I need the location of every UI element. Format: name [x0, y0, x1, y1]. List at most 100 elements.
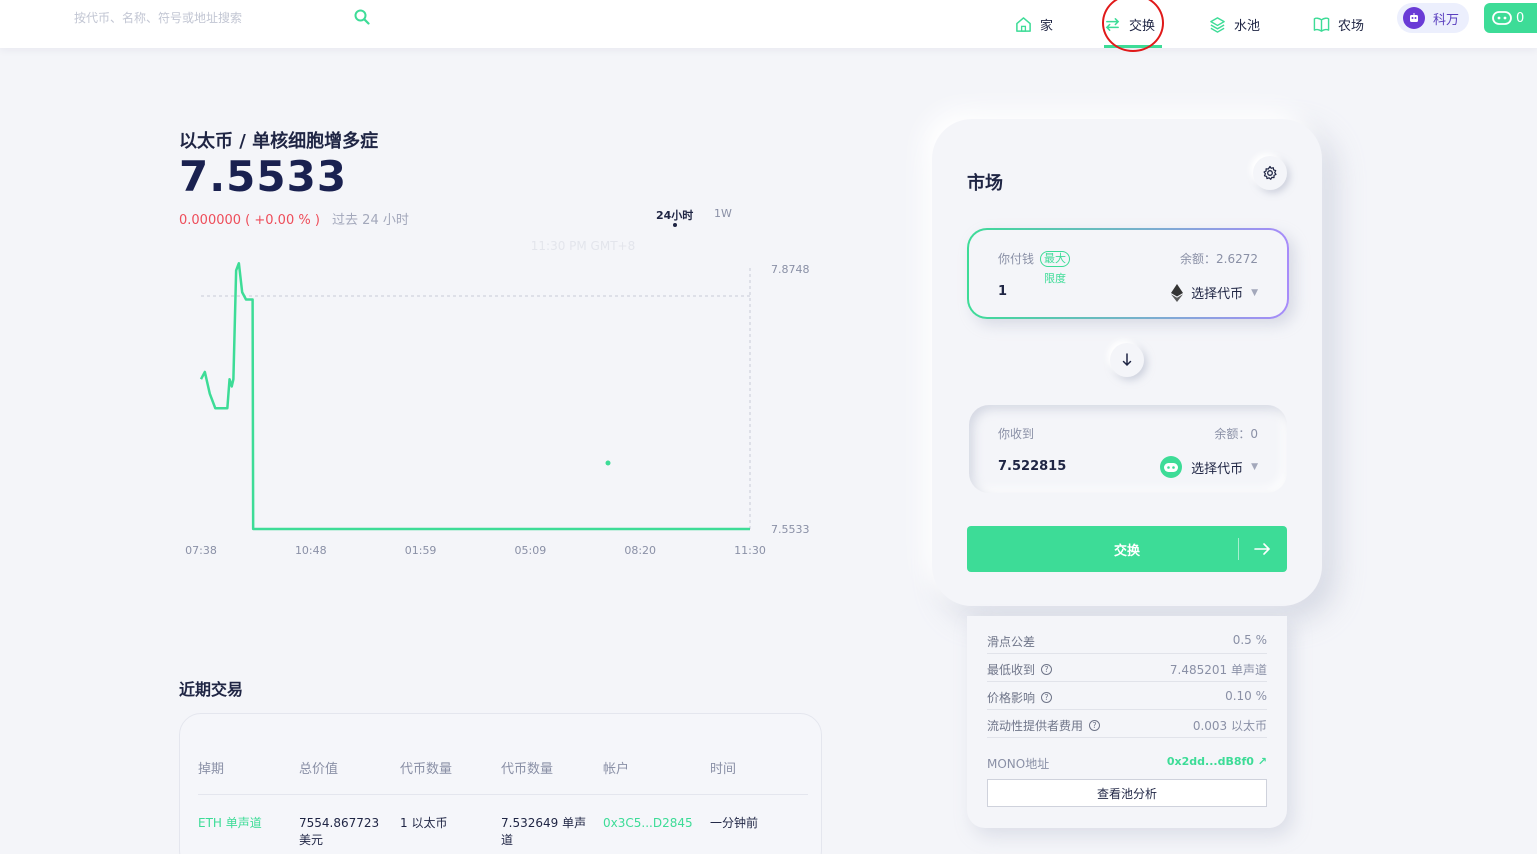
mono-logo-icon [1492, 11, 1512, 25]
detail-label: 价格影响? [987, 689, 1053, 706]
x-tick-label: 08:20 [624, 544, 656, 557]
detail-minimum-received: 最低收到? 7.485201 单声道 [987, 654, 1267, 682]
col-token-amount-b: 代币数量 [501, 762, 554, 777]
detail-value: 0.003 以太币 [1192, 719, 1267, 733]
max-button[interactable]: 最大 [1040, 251, 1070, 267]
swap-arrows-icon [1105, 17, 1120, 31]
detail-price-impact: 价格影响? 0.10 % [987, 682, 1267, 710]
receive-panel: 你收到 余额：0 7.522815 选择代币 ▼ [969, 405, 1287, 493]
arrow-down-icon [1122, 353, 1132, 367]
mono-address-row: MONO地址 0x2dd...dB8f0 ↗ [987, 755, 1267, 772]
recent-trades-title: 近期交易 [179, 680, 244, 699]
price-change: 0.000000 ( +0.00 % ) 过去 24 小时 [179, 209, 409, 228]
trade-amount-a: 1 以太币 [400, 816, 448, 830]
detail-value: 0.5 % [1232, 633, 1267, 647]
search-box [74, 7, 374, 27]
y-tick-label: 7.8748 [771, 263, 810, 276]
nav-swap[interactable]: 交换 [1104, 0, 1162, 48]
help-icon[interactable]: ? [1041, 692, 1053, 703]
chevron-down-icon: ▼ [1251, 462, 1258, 472]
nav-home[interactable]: 家 [1015, 0, 1053, 48]
price-chart[interactable]: 11:30 PM GMT+8 7.8748 7.5533 07:38 10:48 01:5… [180, 238, 820, 568]
x-tick-label: 05:09 [515, 544, 547, 557]
trade-time: 一分钟前 [710, 816, 759, 830]
x-tick-label: 01:59 [405, 544, 437, 557]
mono-token-icon [1160, 456, 1183, 478]
trade-account-link[interactable]: 0x3C5...D2845 [603, 815, 693, 832]
wallet-label: 科万 [1433, 12, 1460, 28]
settings-button[interactable] [1253, 156, 1287, 190]
chart-hover-label: 11:30 PM GMT+8 [531, 239, 635, 253]
detail-value: 0.10 % [1225, 689, 1267, 703]
x-tick-label: 10:48 [295, 544, 327, 557]
search-input[interactable] [74, 11, 344, 25]
current-price: 7.5533 [179, 152, 348, 201]
chart-hover-point [605, 460, 611, 466]
receive-balance: 余额：0 [1214, 427, 1258, 441]
receive-token-label: 选择代币 [1191, 461, 1244, 477]
chart-series-line-0 [199, 261, 750, 531]
balance-chip[interactable]: 0 [1484, 3, 1537, 33]
detail-value: 7.485201 单声道 [1169, 663, 1267, 677]
receive-amount-input[interactable]: 7.522815 [998, 459, 1066, 474]
change-percent: ( +0.00 % ) [245, 213, 320, 228]
limit-label: 限度 [1044, 272, 1066, 285]
pay-token-select[interactable]: 选择代币 ▼ [1171, 283, 1258, 302]
detail-label: 最低收到? [987, 661, 1053, 678]
switch-direction-button[interactable] [1110, 343, 1144, 377]
help-icon[interactable]: ? [1041, 664, 1053, 675]
nav-farm[interactable]: 农场 [1313, 0, 1364, 48]
book-icon [1313, 17, 1330, 32]
recent-trades-table: 掉期 总价值 代币数量 代币数量 帐户 时间 ETH 单声道 7554.8677… [179, 713, 822, 854]
receive-token-select[interactable]: 选择代币 ▼ [1159, 455, 1258, 479]
change-period: 过去 24 小时 [332, 213, 409, 228]
col-total-value: 总价值 [299, 762, 339, 777]
chevron-down-icon: ▼ [1251, 287, 1258, 298]
detail-lp-fee: 流动性提供者费用? 0.003 以太币 [987, 710, 1267, 738]
nav-pool-label: 水池 [1234, 18, 1261, 34]
receive-label: 你收到 [998, 427, 1035, 441]
mono-address-label: MONO地址 [987, 757, 1050, 771]
x-tick-label: 11:30 [734, 544, 766, 557]
ethereum-icon [1171, 283, 1184, 302]
swap-button[interactable]: 交换 [967, 526, 1287, 572]
detail-slippage: 滑点公差 0.5 % [987, 626, 1267, 654]
mono-address-link[interactable]: 0x2dd...dB8f0 ↗ [1167, 755, 1267, 768]
view-pool-analytics-button[interactable]: 查看池分析 [987, 779, 1267, 807]
pay-panel: 你付钱 最大 限度 余额：2.6272 1 选择代币 ▼ [967, 228, 1289, 319]
detail-label: 滑点公差 [987, 635, 1036, 649]
help-icon[interactable]: ? [1089, 720, 1101, 731]
timeframe-1w[interactable]: 1W [714, 207, 732, 220]
timeframe-active-dot [673, 223, 677, 227]
detail-label: 流动性提供者费用? [987, 717, 1101, 734]
pair-title: 以太币 / 单核细胞增多症 [179, 131, 379, 152]
change-value: 0.000000 [179, 213, 242, 228]
pay-token-label: 选择代币 [1191, 287, 1244, 302]
trade-total-value: 7554.867723 美元 [299, 816, 380, 847]
gear-icon [1263, 165, 1277, 180]
swap-button-label: 交换 [1113, 543, 1140, 559]
nav-pool[interactable]: 水池 [1209, 0, 1260, 48]
col-time: 时间 [710, 762, 737, 777]
nav-farm-label: 农场 [1338, 18, 1365, 34]
pay-amount-input[interactable]: 1 [998, 284, 1007, 299]
pay-balance: 余额：2.6272 [1180, 252, 1258, 266]
y-tick-label: 7.5533 [771, 523, 810, 536]
avatar [1403, 7, 1425, 29]
nav-swap-label: 交换 [1129, 18, 1156, 34]
search-icon[interactable] [354, 9, 370, 25]
trade-pair-link[interactable]: ETH 单声道 [198, 815, 262, 832]
nav-home-label: 家 [1040, 18, 1054, 34]
wallet-chip[interactable]: 科万 [1397, 3, 1469, 33]
home-icon [1016, 16, 1031, 32]
layers-icon [1210, 16, 1225, 33]
robot-icon [1410, 13, 1418, 22]
swap-details: 滑点公差 0.5 % 最低收到? 7.485201 单声道 价格影响? 0.10… [967, 616, 1287, 828]
timeframe-24h[interactable]: 24小时 [656, 207, 693, 223]
top-header: 家 交换 水池 农场 科万 0 [0, 0, 1537, 48]
pay-label: 你付钱 [998, 252, 1035, 266]
swap-title: 市场 [967, 173, 1003, 194]
col-swap: 掉期 [198, 762, 225, 777]
swap-card: 市场 你付钱 最大 限度 余额：2.6272 1 选择代币 ▼ 你收到 余额：0… [932, 119, 1322, 606]
nav-active-indicator [1104, 45, 1162, 48]
